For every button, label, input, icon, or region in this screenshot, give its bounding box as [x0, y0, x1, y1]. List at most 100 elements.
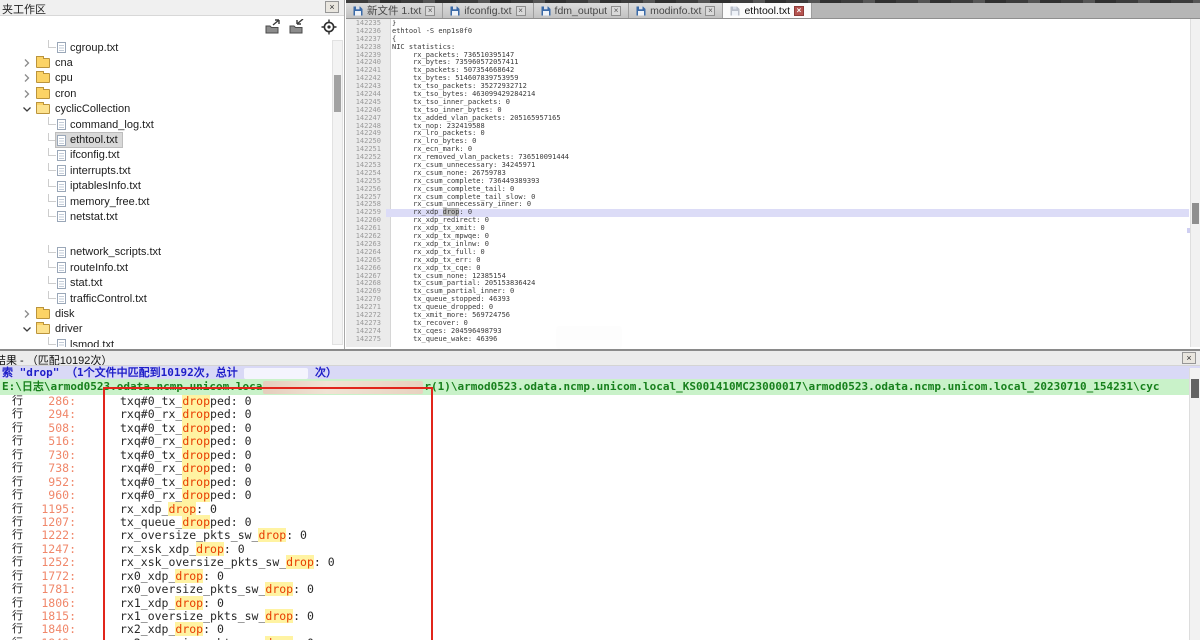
- line-word-label: 行: [12, 583, 28, 596]
- tree-file-interrupts.txt[interactable]: interrupts.txt: [0, 163, 332, 178]
- chevron-right-icon[interactable]: [22, 89, 35, 99]
- line-text: rx_csum_unnecessary_inner: 0: [386, 201, 1189, 209]
- tree-file-stat.txt[interactable]: stat.txt: [0, 275, 332, 290]
- tab-label: ifconfig.txt: [464, 5, 511, 17]
- line-text: rx_xdp_tx_mpwqe: 0: [386, 233, 1189, 241]
- editor-line: 142250 rx_lro_bytes: 0: [346, 138, 1189, 146]
- redacted-area: [244, 368, 308, 379]
- tree-item-label: command_log.txt: [70, 119, 154, 131]
- tab-ifconfig.txt[interactable]: ifconfig.txt ×: [443, 3, 533, 18]
- tab-新文件 1.txt[interactable]: 新文件 1.txt×: [346, 3, 443, 18]
- result-line-number: 730:: [28, 449, 76, 462]
- tree-item-label: interrupts.txt: [70, 165, 131, 177]
- editor-text-area[interactable]: 142235}142236ethtool -S enp1s0f0142237{1…: [346, 20, 1189, 347]
- tree-folder-cyclicCollection[interactable]: cyclicCollection: [0, 102, 332, 117]
- tree-item-label: memory_free.txt: [70, 196, 149, 208]
- tree-file-command_log.txt[interactable]: command_log.txt: [0, 117, 332, 132]
- editor-line: 142236ethtool -S enp1s0f0: [346, 28, 1189, 36]
- result-line-number: 738:: [28, 462, 76, 475]
- line-text: ethtool -S enp1s0f0: [386, 28, 1189, 36]
- result-line-number: 294:: [28, 408, 76, 421]
- line-text: rx_xdp_tx_inlnw: 0: [386, 241, 1189, 249]
- tree-file-ifconfig.txt[interactable]: ifconfig.txt: [0, 148, 332, 163]
- line-word-label: 行: [12, 503, 28, 516]
- locate-current-file-icon[interactable]: [320, 19, 338, 35]
- line-text: tx_recover: 0: [386, 320, 1189, 328]
- tab-close-icon[interactable]: ×: [516, 6, 526, 16]
- results-scrollbar-thumb[interactable]: [1191, 379, 1199, 398]
- chevron-down-icon[interactable]: [22, 324, 35, 334]
- tab-close-icon[interactable]: ×: [705, 6, 715, 16]
- tree-item-label: lsmod.txt: [70, 339, 114, 347]
- workspace-close-icon[interactable]: ×: [325, 1, 339, 13]
- tree-file-cgroup.txt[interactable]: cgroup.txt: [0, 40, 332, 55]
- chevron-right-icon[interactable]: [22, 73, 35, 83]
- results-close-icon[interactable]: ×: [1182, 352, 1196, 364]
- tab-modinfo.txt[interactable]: modinfo.txt ×: [629, 3, 723, 18]
- line-text: tx_tso_inner_packets: 0: [386, 99, 1189, 107]
- tree-scrollbar-thumb[interactable]: [334, 75, 341, 112]
- chevron-right-icon[interactable]: [22, 309, 35, 319]
- tab-close-icon[interactable]: ×: [611, 6, 621, 16]
- collapse-all-icon[interactable]: [288, 19, 306, 35]
- tree-scrollbar[interactable]: [332, 40, 343, 345]
- tree-branch-line: [48, 245, 56, 253]
- line-word-label: 行: [12, 543, 28, 556]
- editor-line: 142275 tx_queue_wake: 46396: [346, 336, 1189, 344]
- file-icon: [57, 181, 66, 192]
- tree-folder-cna[interactable]: cna: [0, 55, 332, 70]
- line-word-label: 行: [12, 462, 28, 475]
- line-word-label: 行: [12, 570, 28, 583]
- tree-folder-cron[interactable]: cron: [0, 86, 332, 101]
- tree-item-label: driver: [55, 323, 83, 335]
- result-line-number: 286:: [28, 395, 76, 408]
- tab-label: modinfo.txt: [650, 5, 701, 17]
- editor-line: 142258 rx_csum_unnecessary_inner: 0: [346, 201, 1189, 209]
- result-line-number: 1840:: [28, 623, 76, 636]
- folder-icon: [36, 89, 50, 99]
- tab-close-icon[interactable]: ×: [425, 6, 435, 16]
- result-line-number: 952:: [28, 476, 76, 489]
- expand-all-icon[interactable]: [264, 19, 282, 35]
- line-word-label: 行: [12, 408, 28, 421]
- file-icon: [57, 211, 66, 222]
- chevron-down-icon[interactable]: [22, 104, 35, 114]
- tree-file-ethtool.txt[interactable]: ethtool.txt: [0, 132, 332, 147]
- tree-folder-cpu[interactable]: cpu: [0, 71, 332, 86]
- tree-file-netstat.txt[interactable]: netstat.txt: [0, 209, 332, 224]
- tree-branch-line: [48, 117, 56, 125]
- folder-icon: [36, 104, 50, 114]
- line-text: rx_xdp_redirect: 0: [386, 217, 1189, 225]
- editor-scrollbar-thumb[interactable]: [1192, 203, 1199, 224]
- line-text: tx_added_vlan_packets: 205165957165: [386, 115, 1189, 123]
- file-icon: [57, 293, 66, 304]
- tree-branch-line: [48, 337, 56, 345]
- tab-label: ethtool.txt: [744, 5, 790, 17]
- tree-item-label: netstat.txt: [70, 211, 118, 223]
- tab-ethtool.txt[interactable]: ethtool.txt ×: [723, 3, 812, 18]
- file-icon: [57, 119, 66, 130]
- result-line-number: 508:: [28, 422, 76, 435]
- tree-file-lsmod.txt[interactable]: lsmod.txt: [0, 337, 332, 347]
- chevron-right-icon[interactable]: [22, 58, 35, 68]
- line-word-label: 行: [12, 610, 28, 623]
- tree-item-label: disk: [55, 308, 75, 320]
- tab-close-icon[interactable]: ×: [794, 6, 804, 16]
- tree-file-iptablesInfo.txt[interactable]: iptablesInfo.txt: [0, 179, 332, 194]
- saved-file-icon: [541, 6, 551, 16]
- search-summary-prefix: 索 "drop" （1个文件中匹配到10192次，总计: [2, 366, 244, 379]
- tab-fdm_output[interactable]: fdm_output×: [534, 3, 630, 18]
- tree-file-trafficControl.txt[interactable]: trafficControl.txt: [0, 291, 332, 306]
- file-icon: [57, 339, 66, 347]
- tab-label: fdm_output: [555, 5, 608, 17]
- tree-file-routeInfo.txt[interactable]: routeInfo.txt: [0, 260, 332, 275]
- tree-folder-driver[interactable]: driver: [0, 322, 332, 337]
- line-text: tx_xmit_more: 569724756: [386, 312, 1189, 320]
- results-scrollbar[interactable]: [1189, 368, 1200, 640]
- tree-file-memory_free.txt[interactable]: memory_free.txt: [0, 194, 332, 209]
- tree-file-network_scripts.txt[interactable]: network_scripts.txt: [0, 245, 332, 260]
- editor-scrollbar[interactable]: [1190, 19, 1200, 347]
- folder-icon: [36, 309, 50, 319]
- tree-folder-disk[interactable]: disk: [0, 306, 332, 321]
- line-text: rx_xdp_tx_err: 0: [386, 257, 1189, 265]
